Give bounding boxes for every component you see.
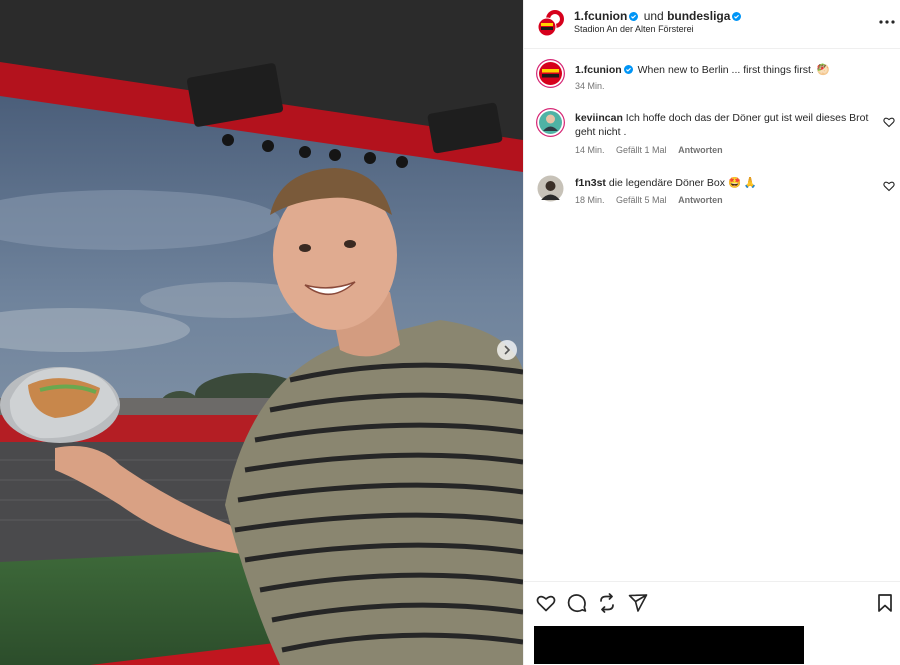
- collaborator-link[interactable]: bundesliga: [667, 9, 730, 23]
- photo-image: [0, 0, 523, 665]
- comment-likes[interactable]: Gefällt 1 Mal: [616, 145, 667, 155]
- comment-text: keviincan Ich hoffe doch das der Döner g…: [575, 111, 875, 139]
- bookmark-icon[interactable]: [875, 593, 895, 613]
- action-bar: [524, 581, 900, 665]
- avatar[interactable]: [536, 59, 565, 88]
- heart-icon[interactable]: [883, 180, 895, 192]
- caption-text: 1.fcunion When new to Berlin ... first t…: [575, 63, 875, 77]
- carousel-next-button[interactable]: [497, 340, 517, 360]
- comment-meta: 14 Min. Gefällt 1 Mal Antworten: [575, 145, 732, 155]
- post-sidebar: 1.fcunion und bundesliga Stadion An der …: [523, 0, 900, 665]
- heart-icon[interactable]: [536, 593, 556, 613]
- heart-icon[interactable]: [883, 116, 895, 128]
- collab-title: 1.fcunion und bundesliga: [574, 9, 743, 23]
- collab-joiner: und: [643, 9, 664, 23]
- comment-username[interactable]: f1n3st: [575, 177, 606, 189]
- post-header: 1.fcunion und bundesliga Stadion An der …: [524, 0, 900, 49]
- comment-text: f1n3st die legendäre Döner Box 🤩 🙏: [575, 176, 875, 190]
- comment-item: keviincan Ich hoffe doch das der Döner g…: [524, 106, 900, 156]
- reply-button[interactable]: Antworten: [678, 145, 723, 155]
- avatar[interactable]: [536, 108, 565, 137]
- redacted-area: [534, 626, 804, 664]
- more-icon[interactable]: [878, 14, 896, 30]
- comment-meta: 18 Min. Gefällt 5 Mal Antworten: [575, 195, 732, 205]
- account-link[interactable]: 1.fcunion: [574, 9, 627, 23]
- location-link[interactable]: Stadion An der Alten Försterei: [574, 24, 694, 34]
- comment-item: f1n3st die legendäre Döner Box 🤩 🙏 18 Mi…: [524, 172, 900, 212]
- verified-icon: [623, 65, 633, 74]
- comment-username[interactable]: keviincan: [575, 112, 623, 124]
- comment-body: die legendäre Döner Box 🤩 🙏: [608, 177, 758, 189]
- comment-icon[interactable]: [567, 593, 587, 613]
- verified-icon: [732, 12, 742, 21]
- collab-avatars[interactable]: [537, 9, 565, 37]
- comment-likes[interactable]: Gefällt 5 Mal: [616, 195, 667, 205]
- comment-body: When new to Berlin ... first things firs…: [637, 64, 830, 76]
- share-icon[interactable]: [597, 593, 617, 613]
- reply-button[interactable]: Antworten: [678, 195, 723, 205]
- send-icon[interactable]: [628, 593, 648, 613]
- comment-time[interactable]: 34 Min.: [575, 81, 605, 91]
- chevron-right-icon: [504, 345, 511, 355]
- comment-meta: 34 Min.: [575, 81, 614, 91]
- comment-time[interactable]: 18 Min.: [575, 195, 605, 205]
- caption: 1.fcunion When new to Berlin ... first t…: [524, 56, 900, 96]
- verified-icon: [629, 12, 639, 21]
- comment-time[interactable]: 14 Min.: [575, 145, 605, 155]
- post-photo[interactable]: [0, 0, 523, 665]
- comment-username[interactable]: 1.fcunion: [575, 64, 622, 76]
- avatar[interactable]: [536, 174, 565, 203]
